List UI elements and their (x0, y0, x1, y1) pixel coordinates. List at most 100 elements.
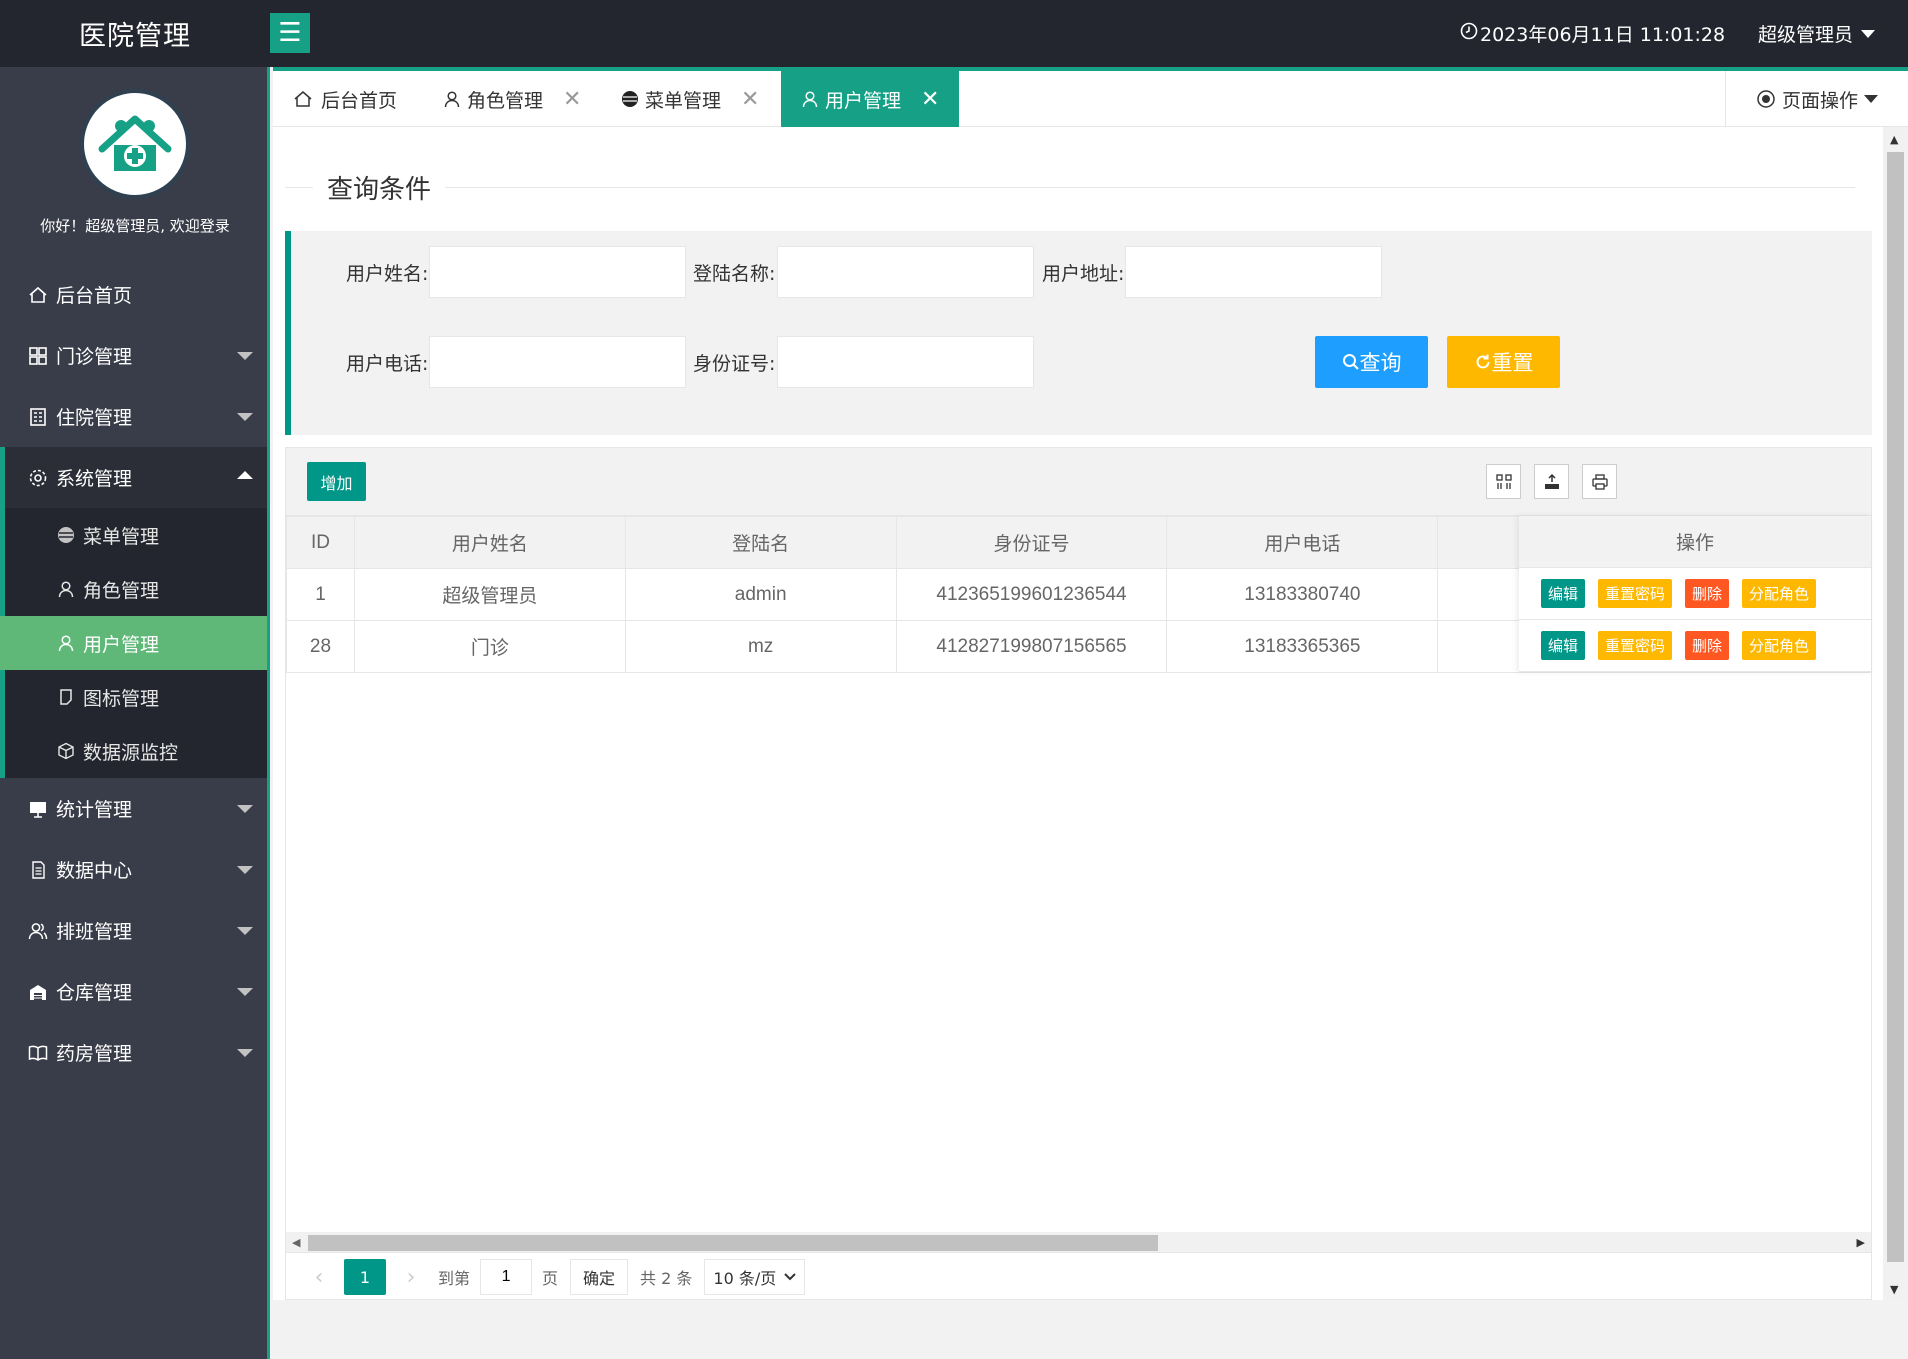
warehouse-icon (26, 980, 50, 1004)
tab-home[interactable]: 后台首页 (293, 71, 397, 127)
sidebar-item-home[interactable]: 后台首页 (0, 264, 267, 325)
monitor-icon (26, 797, 50, 821)
current-page[interactable]: 1 (344, 1259, 386, 1295)
chevron-down-icon (784, 1273, 796, 1281)
print-icon[interactable] (1582, 464, 1617, 499)
reset-button[interactable]: 重置 (1447, 336, 1560, 388)
page-ops-label: 页面操作 (1781, 89, 1858, 112)
sidebar-item-system[interactable]: 系统管理 (0, 447, 267, 508)
scrollbar-thumb[interactable] (1887, 152, 1904, 1262)
pagination: ‹ 1 › 到第 页 确定 共 2 条 10 条/页 (286, 1252, 1871, 1301)
sidebar-item-role-manage[interactable]: 角色管理 (5, 562, 267, 616)
welcome-text: 你好！超级管理员, 欢迎登录 (40, 217, 230, 235)
phone-input[interactable] (429, 336, 686, 388)
delete-button[interactable]: 删除 (1685, 631, 1730, 660)
sidebar-item-scheduling[interactable]: 排班管理 (0, 900, 267, 961)
close-icon[interactable]: ✕ (563, 87, 581, 112)
chevron-down-icon (237, 413, 253, 421)
hospital-logo-icon (95, 104, 175, 184)
scroll-down-icon[interactable]: ▼ (1890, 1283, 1898, 1296)
edit-button[interactable]: 编辑 (1541, 631, 1586, 660)
assign-role-button[interactable]: 分配角色 (1742, 631, 1817, 660)
tab-bar: 后台首页 角色管理 ✕ 菜单管理 ✕ 用户管理 ✕ 页面操作 (273, 67, 1908, 127)
query-button[interactable]: 查询 (1315, 336, 1428, 388)
sidebar-item-outpatient[interactable]: 门诊管理 (0, 325, 267, 386)
building-icon (26, 405, 50, 429)
user-menu[interactable]: 超级管理员 (1758, 20, 1876, 47)
prev-page-icon[interactable]: ‹ (304, 1265, 334, 1290)
fieldset-divider (285, 187, 1855, 188)
user-name: 超级管理员 (1758, 24, 1854, 46)
next-page-icon[interactable]: › (396, 1265, 426, 1290)
sub-item-label: 图标管理 (83, 687, 160, 710)
file-icon (55, 688, 77, 706)
chevron-down-icon (1861, 29, 1876, 38)
assign-role-button[interactable]: 分配角色 (1742, 579, 1817, 608)
columns-filter-icon[interactable] (1486, 464, 1521, 499)
sidebar-item-datasource-monitor[interactable]: 数据源监控 (5, 724, 267, 778)
scroll-right-icon[interactable]: ▶ (1857, 1236, 1865, 1249)
column-header-name[interactable]: 用户姓名 (353, 516, 626, 569)
vertical-scrollbar[interactable]: ▲ ▼ (1883, 127, 1908, 1300)
sidebar-item-label: 数据中心 (56, 860, 133, 882)
menu-toggle-button[interactable]: ☰ (270, 13, 310, 53)
scroll-left-icon[interactable]: ◀ (292, 1236, 300, 1249)
page-ops-dropdown[interactable]: 页面操作 (1725, 71, 1908, 127)
sidebar-item-label: 药房管理 (56, 1043, 133, 1065)
column-header-phone[interactable]: 用户电话 (1166, 516, 1439, 569)
sidebar-item-data-center[interactable]: 数据中心 (0, 839, 267, 900)
edit-button[interactable]: 编辑 (1541, 579, 1586, 608)
column-header-actions: 操作 (1519, 516, 1871, 568)
column-header-id[interactable]: ID (286, 516, 355, 569)
clock-display: 2023年06月11日 11:01:28 (1460, 20, 1725, 47)
sidebar-item-label: 排班管理 (56, 921, 133, 943)
sub-item-label: 数据源监控 (83, 741, 179, 764)
sidebar-item-menu-manage[interactable]: 菜单管理 (5, 508, 267, 562)
search-section-title: 查询条件 (313, 169, 446, 206)
column-header-idcard[interactable]: 身份证号 (895, 516, 1168, 569)
sidebar-item-statistics[interactable]: 统计管理 (0, 778, 267, 839)
search-icon (1342, 353, 1360, 371)
actions-row: 编辑 重置密码 删除 分配角色 (1519, 568, 1871, 620)
tab-role-manage[interactable]: 角色管理 ✕ (443, 71, 581, 127)
sub-item-label: 用户管理 (83, 633, 160, 656)
sidebar-item-label: 仓库管理 (56, 982, 133, 1004)
scroll-up-icon[interactable]: ▲ (1890, 133, 1898, 146)
sidebar-item-icon-manage[interactable]: 图标管理 (5, 670, 267, 724)
tab-menu-manage[interactable]: 菜单管理 ✕ (621, 71, 759, 127)
total-count: 共 2 条 (640, 1269, 693, 1288)
document-icon (26, 858, 50, 882)
sidebar-item-user-manage[interactable]: 用户管理 (0, 616, 267, 670)
username-input[interactable] (429, 246, 686, 298)
horizontal-scrollbar[interactable]: ◀ ▶ (286, 1232, 1871, 1252)
column-header-login[interactable]: 登陆名 (624, 516, 897, 569)
cell-name: 门诊 (353, 620, 626, 673)
tab-label: 菜单管理 (645, 89, 722, 112)
add-button[interactable]: 增加 (307, 462, 366, 501)
clock-icon (1460, 22, 1478, 45)
login-name-input[interactable] (777, 246, 1034, 298)
confirm-page-button[interactable]: 确定 (570, 1259, 629, 1295)
sidebar-item-warehouse[interactable]: 仓库管理 (0, 961, 267, 1022)
goto-label: 到第 (438, 1269, 471, 1288)
reset-password-button[interactable]: 重置密码 (1598, 631, 1673, 660)
sidebar-item-pharmacy[interactable]: 药房管理 (0, 1022, 267, 1083)
circle-icon (55, 526, 77, 544)
sidebar-item-inpatient[interactable]: 住院管理 (0, 386, 267, 447)
user-icon (801, 90, 819, 108)
close-icon[interactable]: ✕ (741, 87, 759, 112)
idcard-input[interactable] (777, 336, 1034, 388)
scrollbar-thumb[interactable] (308, 1235, 1158, 1251)
address-input[interactable] (1125, 246, 1382, 298)
tab-user-manage[interactable]: 用户管理 ✕ (781, 71, 959, 127)
close-icon[interactable]: ✕ (921, 87, 939, 112)
delete-button[interactable]: 删除 (1685, 579, 1730, 608)
page-size-select[interactable]: 10 条/页 (704, 1259, 806, 1295)
reset-password-button[interactable]: 重置密码 (1598, 579, 1673, 608)
export-icon[interactable] (1534, 464, 1569, 499)
goto-page-input[interactable] (480, 1259, 533, 1295)
chevron-down-icon (237, 927, 253, 935)
chevron-down-icon (1864, 95, 1878, 103)
field-label: 用户地址: (1042, 263, 1125, 285)
chevron-down-icon (237, 866, 253, 874)
